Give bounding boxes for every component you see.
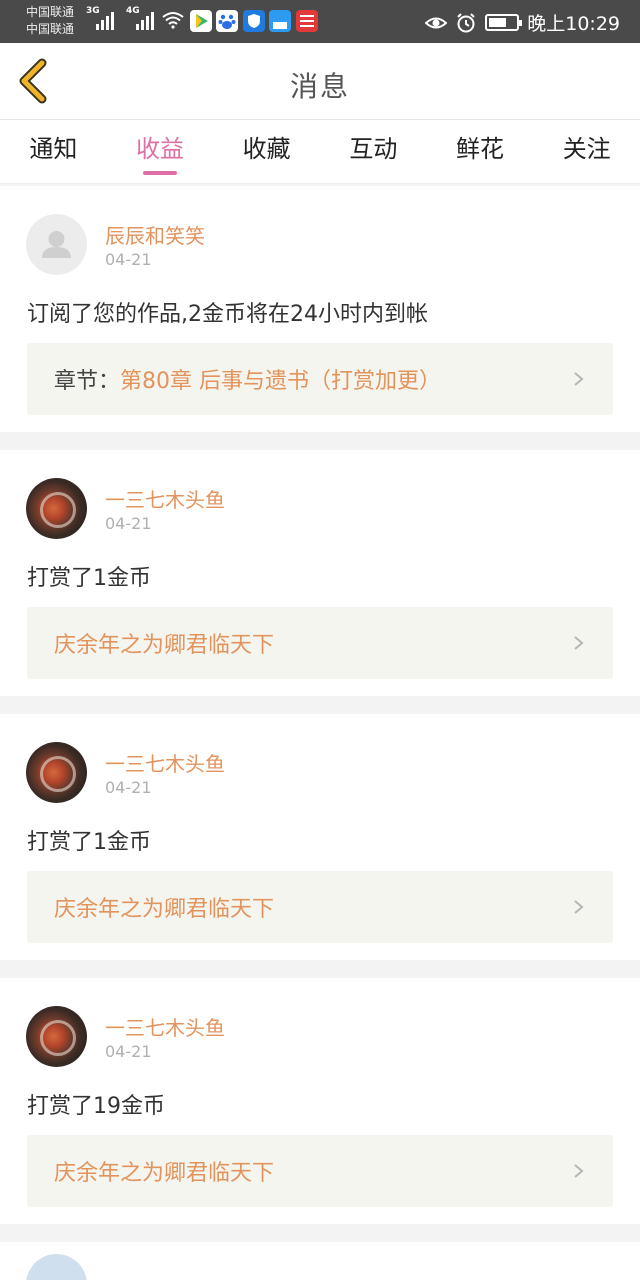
book-link[interactable]: 庆余年之为卿君临天下 <box>27 607 613 679</box>
link-title: 庆余年之为卿君临天下 <box>54 897 275 922</box>
user-name[interactable]: 一三七木头鱼 <box>105 484 225 513</box>
message-text: 打赏了1金币 <box>27 566 151 591</box>
book-link[interactable]: 庆余年之为卿君临天下 <box>27 871 613 943</box>
avatar[interactable] <box>26 1254 87 1280</box>
book-link[interactable]: 庆余年之为卿君临天下 <box>27 1135 613 1207</box>
user-name[interactable]: 一三七木头鱼 <box>105 1012 225 1041</box>
list-item-partial <box>0 1242 640 1280</box>
status-right: 晚上10:29 <box>425 9 620 36</box>
tab-favorites[interactable]: 收藏 <box>213 120 320 183</box>
message-date: 04-21 <box>105 250 152 269</box>
avatar[interactable] <box>26 742 87 803</box>
eye-icon <box>425 17 448 28</box>
baidu-app-icon <box>216 10 238 32</box>
link-title: 第80章 后事与遗书（打赏加更） <box>120 369 442 394</box>
tab-bar: 通知 收益 收藏 互动 鲜花 关注 <box>0 120 640 184</box>
list-item: 一三七木头鱼 04-21 打赏了1金币 庆余年之为卿君临天下 <box>0 714 640 960</box>
message-date: 04-21 <box>105 1042 152 1061</box>
avatar[interactable] <box>26 478 87 539</box>
chevron-right-icon <box>574 636 584 650</box>
tab-earnings[interactable]: 收益 <box>107 120 214 183</box>
wifi-icon <box>162 12 184 29</box>
status-time: 晚上10:29 <box>527 13 620 35</box>
link-title: 庆余年之为卿君临天下 <box>54 633 275 658</box>
user-name[interactable]: 辰辰和笑笑 <box>105 220 205 249</box>
list-item: 一三七木头鱼 04-21 打赏了1金币 庆余年之为卿君临天下 <box>0 450 640 696</box>
carrier-labels: 中国联通 中国联通 <box>26 4 74 38</box>
chevron-right-icon <box>574 1164 584 1178</box>
message-text: 订阅了您的作品,2金币将在24小时内到帐 <box>27 302 428 327</box>
top-bar: 消息 <box>0 43 640 120</box>
message-date: 04-21 <box>105 778 152 797</box>
earnings-feed: 辰辰和笑笑 04-21 订阅了您的作品,2金币将在24小时内到帐 章节： 第80… <box>0 186 640 1242</box>
signal-icon-2: 4G <box>126 6 154 30</box>
status-bar: 中国联通 中国联通 3G 4G 晚上10:29 <box>0 0 640 43</box>
alarm-icon <box>457 12 475 32</box>
carrier-1: 中国联通 <box>26 5 75 19</box>
page-title: 消息 <box>289 70 350 103</box>
tab-interactions[interactable]: 互动 <box>320 120 427 183</box>
list-item: 辰辰和笑笑 04-21 订阅了您的作品,2金币将在24小时内到帐 章节： 第80… <box>0 186 640 432</box>
carrier-2: 中国联通 <box>26 22 75 36</box>
user-placeholder-icon <box>42 231 71 258</box>
network-type-1: 3G <box>86 6 100 16</box>
tab-notifications[interactable]: 通知 <box>0 120 107 183</box>
message-text: 打赏了19金币 <box>27 1094 165 1119</box>
chevron-right-icon <box>574 900 584 914</box>
toutiao-app-icon <box>296 10 318 32</box>
battery-icon <box>485 14 523 31</box>
signal-icon: 3G <box>86 6 114 30</box>
chevron-right-icon <box>574 372 584 386</box>
video-app-icon <box>190 10 212 32</box>
message-app-icon <box>269 10 291 32</box>
tab-flowers[interactable]: 鲜花 <box>427 120 534 183</box>
security-app-icon <box>243 10 265 32</box>
message-text: 打赏了1金币 <box>27 830 151 855</box>
chapter-link[interactable]: 章节： 第80章 后事与遗书（打赏加更） <box>27 343 613 415</box>
avatar[interactable] <box>26 1006 87 1067</box>
avatar[interactable] <box>26 214 87 275</box>
tab-follows[interactable]: 关注 <box>533 120 640 183</box>
user-name[interactable]: 一三七木头鱼 <box>105 748 225 777</box>
network-type-2: 4G <box>126 6 140 16</box>
link-label: 章节： <box>54 369 121 394</box>
list-item: 一三七木头鱼 04-21 打赏了19金币 庆余年之为卿君临天下 <box>0 978 640 1224</box>
link-title: 庆余年之为卿君临天下 <box>54 1161 275 1186</box>
message-date: 04-21 <box>105 514 152 533</box>
